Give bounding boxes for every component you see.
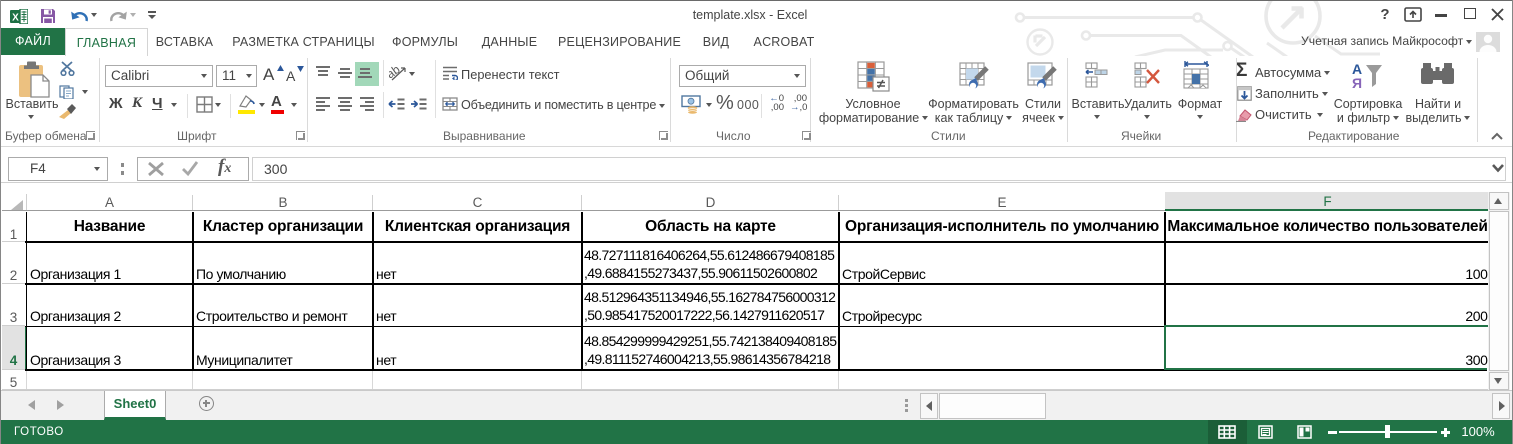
svg-text:X: X bbox=[12, 13, 19, 24]
